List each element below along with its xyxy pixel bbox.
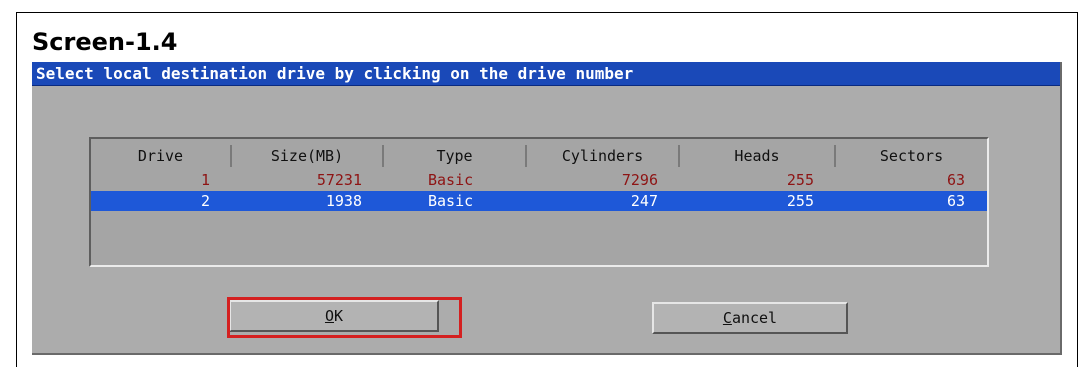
column-header-type[interactable]: Type: [384, 145, 527, 167]
type-cell: Basic: [428, 192, 474, 210]
cylinders-cell: 7296: [621, 171, 658, 189]
drive-row-2-selected[interactable]: 2 1938 Basic 247 255 63: [91, 191, 987, 211]
size-cell: 1938: [325, 192, 362, 210]
cancel-button[interactable]: Cancel: [652, 302, 848, 334]
drive-number-cell[interactable]: 2: [91, 191, 232, 211]
screen-caption: Screen-1.4: [32, 28, 178, 56]
column-header-sectors[interactable]: Sectors: [836, 145, 987, 167]
sectors-cell: 63: [946, 171, 965, 189]
table-header-row: Drive Size(MB) Type Cylinders Heads Sect…: [91, 145, 987, 167]
column-header-heads[interactable]: Heads: [680, 145, 836, 167]
heads-cell: 255: [786, 192, 814, 210]
destination-drive-dialog: Select local destination drive by clicki…: [32, 62, 1062, 355]
column-header-size[interactable]: Size(MB): [232, 145, 384, 167]
ok-label-rest: K: [334, 307, 344, 325]
dialog-title-bar: Select local destination drive by clicki…: [32, 62, 1060, 86]
cancel-label-rest: ancel: [731, 309, 778, 327]
cancel-mnemonic: C: [722, 309, 732, 327]
ok-mnemonic: O: [324, 307, 334, 325]
ok-button[interactable]: OK: [229, 300, 439, 332]
column-header-cylinders[interactable]: Cylinders: [527, 145, 680, 167]
drive-table: Drive Size(MB) Type Cylinders Heads Sect…: [89, 137, 989, 267]
heads-cell: 255: [786, 171, 814, 189]
sectors-cell: 63: [946, 192, 965, 210]
column-header-drive[interactable]: Drive: [91, 145, 232, 167]
drive-number-cell[interactable]: 1: [91, 170, 232, 190]
type-cell: Basic: [428, 171, 474, 189]
cylinders-cell: 247: [630, 192, 658, 210]
drive-row-1[interactable]: 1 57231 Basic 7296 255 63: [91, 170, 987, 190]
size-cell: 57231: [316, 171, 362, 189]
